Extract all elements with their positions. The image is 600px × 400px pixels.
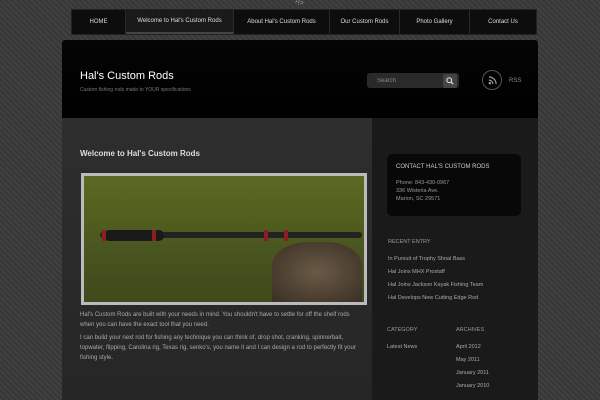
search-button[interactable]: [443, 73, 457, 88]
contact-address: 336 Wisteria Ave.: [396, 188, 439, 194]
search-box: [367, 73, 459, 88]
contact-title: CONTACT HAL'S CUSTOM RODS: [396, 164, 490, 170]
main-nav: HOME Welcome to Hal's Custom Rods About …: [71, 9, 537, 35]
site-title[interactable]: Hal's Custom Rods: [80, 70, 174, 82]
post-paragraph: I can build your next rod for fishing an…: [80, 335, 356, 361]
main-content: Welcome to Hal's Custom Rods Hal's Custo…: [62, 118, 372, 400]
category-heading: CATEGORY: [387, 327, 418, 333]
recent-entry-link[interactable]: In Pursuit of Trophy Shoal Bass: [388, 256, 465, 262]
site-header: Hal's Custom Rods Custom fishing rods ma…: [62, 40, 538, 118]
fishing-rod-image: [84, 176, 364, 302]
search-input[interactable]: [367, 74, 443, 87]
contact-city: Marion, SC 29571: [396, 196, 441, 202]
nav-item-welcome[interactable]: Welcome to Hal's Custom Rods: [126, 10, 234, 34]
nav-item-home[interactable]: HOME: [72, 10, 126, 34]
contact-widget: CONTACT HAL'S CUSTOM RODS Phone: 843-430…: [387, 154, 521, 216]
recent-entry-link[interactable]: Hal Joins MHX Prostaff: [388, 269, 445, 275]
rss-icon: [488, 75, 497, 84]
nav-item-contact[interactable]: Contact Us: [470, 10, 536, 34]
recent-entry-link[interactable]: Hal Joins Jackson Kayak Fishing Team: [388, 282, 483, 288]
nav-item-custom-rods[interactable]: Our Custom Rods: [330, 10, 400, 34]
contact-phone: Phone: 843-430-0967: [396, 180, 450, 186]
category-link[interactable]: Latest News: [387, 344, 417, 350]
top-code-text: */>: [295, 0, 304, 7]
tree-stump-shape: [272, 242, 362, 302]
rss-button[interactable]: [482, 70, 502, 90]
post-title[interactable]: Welcome to Hal's Custom Rods: [80, 149, 200, 158]
site-tagline: Custom fishing rods made to YOUR specifi…: [80, 87, 191, 93]
archive-link[interactable]: January 2010: [456, 383, 489, 389]
archive-link[interactable]: May 2011: [456, 357, 480, 363]
rod-ring-shape: [152, 230, 156, 241]
nav-item-about[interactable]: About Hal's Custom Rods: [234, 10, 330, 34]
rss-link[interactable]: RSS: [509, 78, 521, 84]
featured-image-frame: [81, 173, 367, 305]
rod-ring-shape: [284, 230, 288, 241]
nav-item-photo-gallery[interactable]: Photo Gallery: [400, 10, 470, 34]
search-icon: [446, 76, 454, 85]
archive-link[interactable]: January 2011: [456, 370, 489, 376]
post-paragraph: Hal's Custom Rods are built with your ne…: [80, 312, 350, 328]
rod-ring-shape: [264, 230, 268, 241]
sidebar: CONTACT HAL'S CUSTOM RODS Phone: 843-430…: [372, 118, 538, 400]
archive-link[interactable]: April 2012: [456, 344, 481, 350]
recent-entry-link[interactable]: Hal Develops New Cutting Edge Rod: [388, 295, 478, 301]
rod-ring-shape: [102, 230, 106, 241]
archives-heading: ARCHIVES: [456, 327, 485, 333]
recent-entry-heading: RECENT ENTRY: [388, 239, 431, 245]
